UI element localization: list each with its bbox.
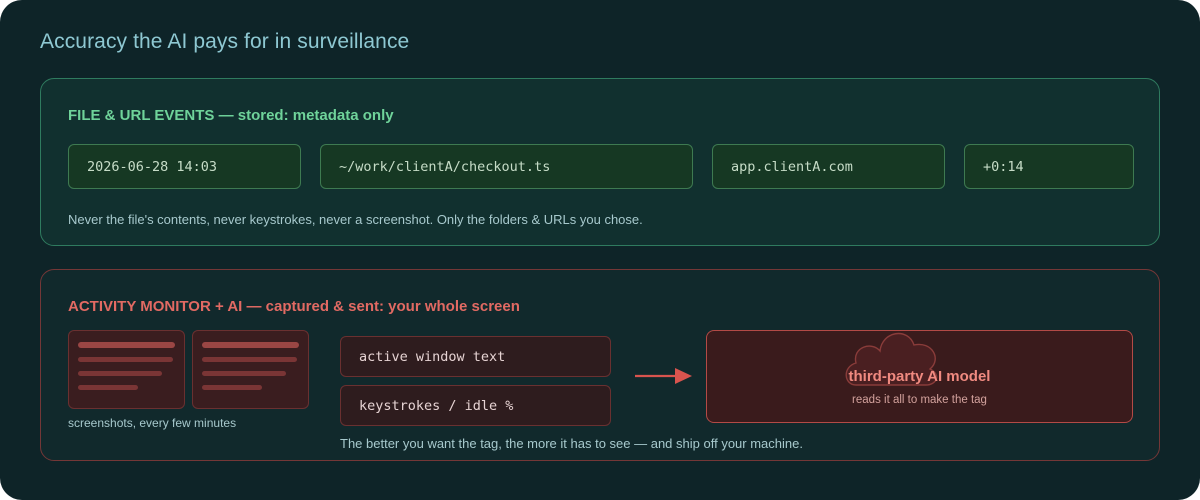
- ai-model-subtitle: reads it all to make the tag: [852, 394, 987, 406]
- page-title: Accuracy the AI pays for in surveillance: [40, 30, 410, 53]
- active-window-text-box: active window text: [340, 336, 611, 377]
- ai-model-title: third-party AI model: [848, 368, 991, 385]
- keystrokes-box: keystrokes / idle %: [340, 385, 611, 426]
- thumbnail-text-line: [202, 371, 286, 376]
- thumbnail-text-line: [202, 357, 297, 362]
- url-host-value: app.clientA.com: [731, 158, 853, 175]
- screenshots-caption: screenshots, every few minutes: [68, 416, 237, 430]
- arrow-right-icon: [635, 368, 692, 384]
- duration-value: +0:14: [983, 158, 1024, 175]
- thumbnail-text-line: [202, 385, 262, 390]
- diagram-frame: Accuracy the AI pays for in surveillance…: [0, 0, 1200, 500]
- screenshot-thumbnail: [68, 330, 185, 409]
- thumbnail-title-line: [78, 342, 175, 348]
- url-host-field: app.clientA.com: [712, 144, 945, 189]
- activity-panel-heading: ACTIVITY MONITOR + AI — captured & sent:…: [68, 298, 520, 315]
- duration-field: +0:14: [964, 144, 1134, 189]
- file-path-field: ~/work/clientA/checkout.ts: [320, 144, 693, 189]
- thumbnail-text-line: [78, 385, 138, 390]
- keystrokes-label: keystrokes / idle %: [359, 397, 514, 414]
- activity-panel-note: The better you want the tag, the more it…: [340, 436, 803, 451]
- file-url-events-panel: FILE & URL EVENTS — stored: metadata onl…: [40, 78, 1160, 246]
- screenshot-thumbnail: [192, 330, 309, 409]
- timestamp-field: 2026-06-28 14:03: [68, 144, 301, 189]
- thumbnail-text-line: [78, 357, 173, 362]
- thumbnail-title-line: [202, 342, 299, 348]
- ai-model-box: third-party AI model reads it all to mak…: [706, 330, 1133, 423]
- active-window-text-label: active window text: [359, 348, 506, 365]
- activity-monitor-panel: ACTIVITY MONITOR + AI — captured & sent:…: [40, 269, 1160, 461]
- file-url-panel-heading: FILE & URL EVENTS — stored: metadata onl…: [68, 107, 394, 124]
- thumbnail-text-line: [78, 371, 162, 376]
- timestamp-value: 2026-06-28 14:03: [87, 158, 218, 175]
- file-url-panel-note: Never the file's contents, never keystro…: [68, 212, 643, 227]
- file-path-value: ~/work/clientA/checkout.ts: [339, 158, 551, 175]
